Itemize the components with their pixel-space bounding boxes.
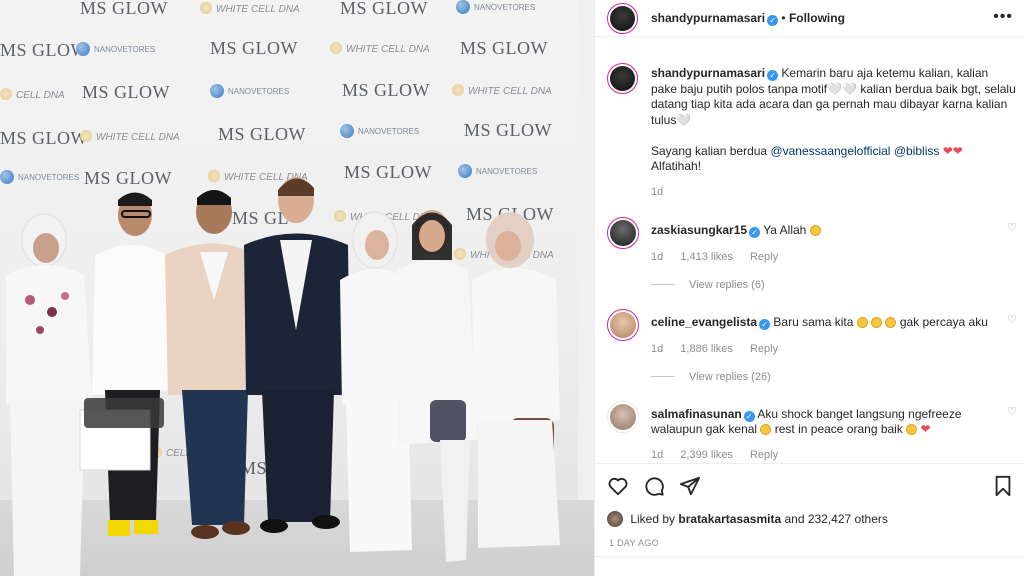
sad-emoji-icon [906, 424, 918, 435]
action-bar [595, 463, 1024, 507]
verified-badge-icon: ✓ [749, 227, 761, 238]
comment-text: zaskiasungkar15 ✓ Ya Allah [651, 223, 991, 238]
others-count[interactable]: and 232,427 others [784, 512, 887, 526]
caption-avatar[interactable] [607, 63, 638, 94]
comment-likes[interactable]: 2,399 likes [680, 449, 733, 461]
sad-emoji-icon [856, 317, 868, 328]
like-heart-icon[interactable] [607, 475, 629, 497]
header-author: shandypurnamasari ✓ • Following [651, 11, 845, 26]
comment-age[interactable]: 1d [651, 449, 663, 461]
likes-summary: Liked by bratakartasasmita and 232,427 o… [607, 511, 888, 527]
liker-username[interactable]: bratakartasasmita [678, 512, 781, 526]
caption-line2: Sayang kalian berdua [651, 143, 768, 158]
sad-emoji-icon [760, 424, 772, 435]
commenter-avatar[interactable] [607, 217, 639, 249]
verified-badge-icon: ✓ [759, 319, 771, 330]
commenter-avatar[interactable] [607, 401, 639, 433]
like-comment-heart-icon[interactable]: ♡ [1007, 405, 1017, 418]
person-4 [244, 177, 350, 533]
group-of-people [6, 0, 594, 576]
add-comment-bar[interactable] [595, 556, 1024, 576]
save-bookmark-icon[interactable] [993, 475, 1013, 497]
following-button[interactable]: Following [789, 11, 845, 25]
caption-age[interactable]: 1d [651, 185, 1017, 201]
comment-body: Ya Allah [763, 223, 807, 237]
mention-link[interactable]: @vanessaangelofficial [770, 144, 890, 158]
caption-username[interactable]: shandypurnamasari [651, 66, 765, 80]
author-avatar[interactable] [607, 3, 638, 34]
share-paper-plane-icon[interactable] [679, 475, 701, 497]
comment-body: Baru sama kita [773, 315, 854, 329]
reply-button[interactable]: Reply [750, 343, 778, 355]
heart-emoji-icon: ❤ [920, 422, 931, 436]
reply-button[interactable]: Reply [750, 449, 778, 461]
person-1 [6, 213, 92, 576]
view-replies-button[interactable]: View replies (26) [651, 371, 771, 383]
author-username[interactable]: shandypurnamasari [651, 11, 765, 25]
view-replies-button[interactable]: View replies (6) [651, 279, 765, 291]
commenter-avatar[interactable] [607, 309, 639, 341]
comment-age[interactable]: 1d [651, 251, 663, 263]
post-timestamp[interactable]: 1 DAY AGO [609, 538, 659, 548]
reply-button[interactable]: Reply [750, 251, 778, 263]
comment-likes[interactable]: 1,413 likes [680, 251, 733, 263]
sad-emoji-icon [885, 317, 897, 328]
comment-text: celine_evangelista ✓ Baru sama kita gak p… [651, 315, 991, 330]
comment-likes[interactable]: 1,886 likes [680, 343, 733, 355]
sad-emoji-icon [871, 317, 883, 328]
more-options-icon[interactable]: ••• [993, 8, 1013, 26]
post-caption: shandypurnamasari ✓ Kemarin baru aja kete… [651, 66, 1017, 200]
post-header: shandypurnamasari ✓ • Following ••• [595, 0, 1024, 37]
comment-text: salmafinasunan ✓ Aku shock banget langsun… [651, 407, 991, 437]
caption-line3: Alfatihah! [651, 159, 702, 173]
liker-avatar[interactable] [607, 511, 623, 527]
commenter-username[interactable]: salmafinasunan [651, 407, 742, 421]
post-photo[interactable]: MS GLOW WHITE CELL DNA MS GLOW NANOVETOR… [0, 0, 594, 576]
person-2 [79, 192, 170, 536]
like-comment-heart-icon[interactable]: ♡ [1007, 313, 1017, 326]
heart-emoji: ❤❤ [942, 143, 963, 158]
comment-body-mid: rest in peace orang baik [774, 422, 903, 436]
comment-meta: 1d 2,399 likes Reply [651, 449, 792, 461]
post-sidebar: shandypurnamasari ✓ • Following ••• shand… [594, 0, 1024, 576]
comment-meta: 1d 1,413 likes Reply [651, 251, 792, 263]
comment-bubble-icon[interactable] [643, 475, 665, 497]
commenter-username[interactable]: zaskiasungkar15 [651, 223, 747, 237]
like-comment-heart-icon[interactable]: ♡ [1007, 221, 1017, 234]
comment-age[interactable]: 1d [651, 343, 663, 355]
person-7 [472, 212, 560, 548]
verified-badge-icon: ✓ [767, 15, 779, 26]
separator: • [781, 11, 786, 25]
liked-by-label: Liked by [630, 512, 676, 526]
crying-emoji-icon [809, 225, 821, 236]
mention-link[interactable]: @bibliss [894, 144, 940, 158]
verified-badge-icon: ✓ [767, 70, 779, 81]
commenter-username[interactable]: celine_evangelista [651, 315, 757, 329]
comment-meta: 1d 1,886 likes Reply [651, 343, 792, 355]
verified-badge-icon: ✓ [743, 411, 755, 422]
comment-body-end: gak percaya aku [899, 315, 988, 329]
